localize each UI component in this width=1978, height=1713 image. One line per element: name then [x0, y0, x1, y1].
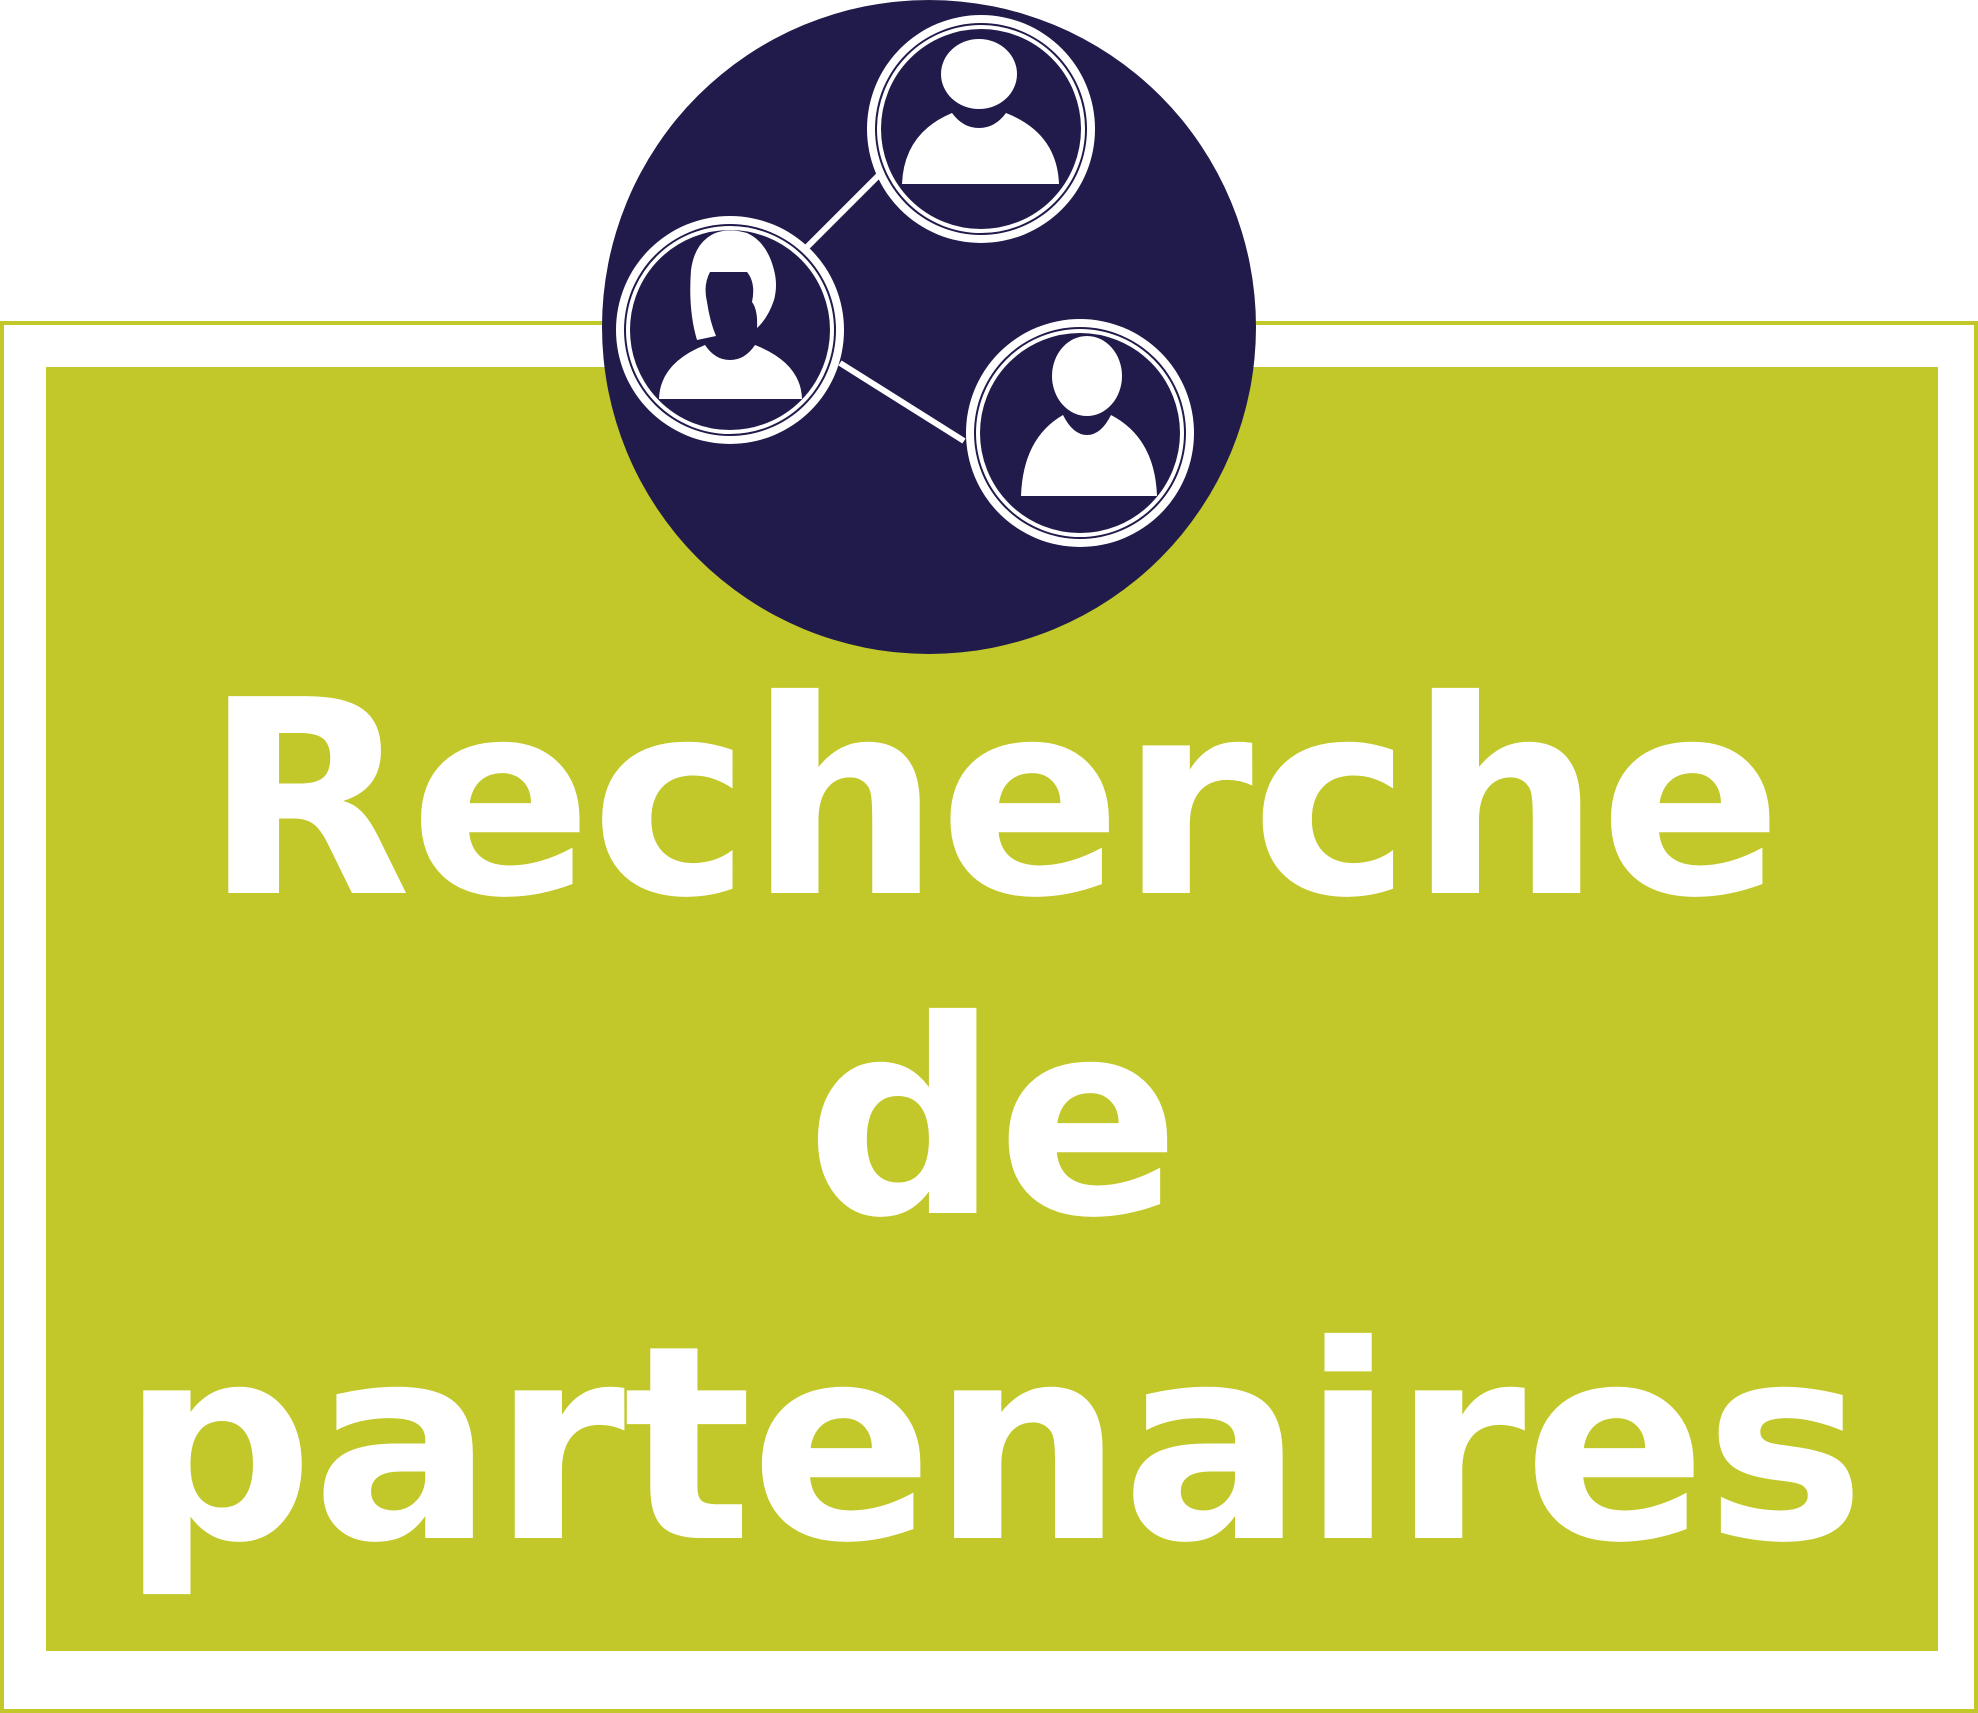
person-icon	[867, 15, 1095, 243]
person-icon	[966, 319, 1194, 547]
title-line-2: de	[805, 962, 1180, 1277]
title-line-1: Recherche	[203, 642, 1783, 957]
woman-icon	[616, 216, 844, 444]
partner-network-icon	[602, 0, 1256, 654]
title-line-3: partenaires	[120, 1287, 1866, 1602]
